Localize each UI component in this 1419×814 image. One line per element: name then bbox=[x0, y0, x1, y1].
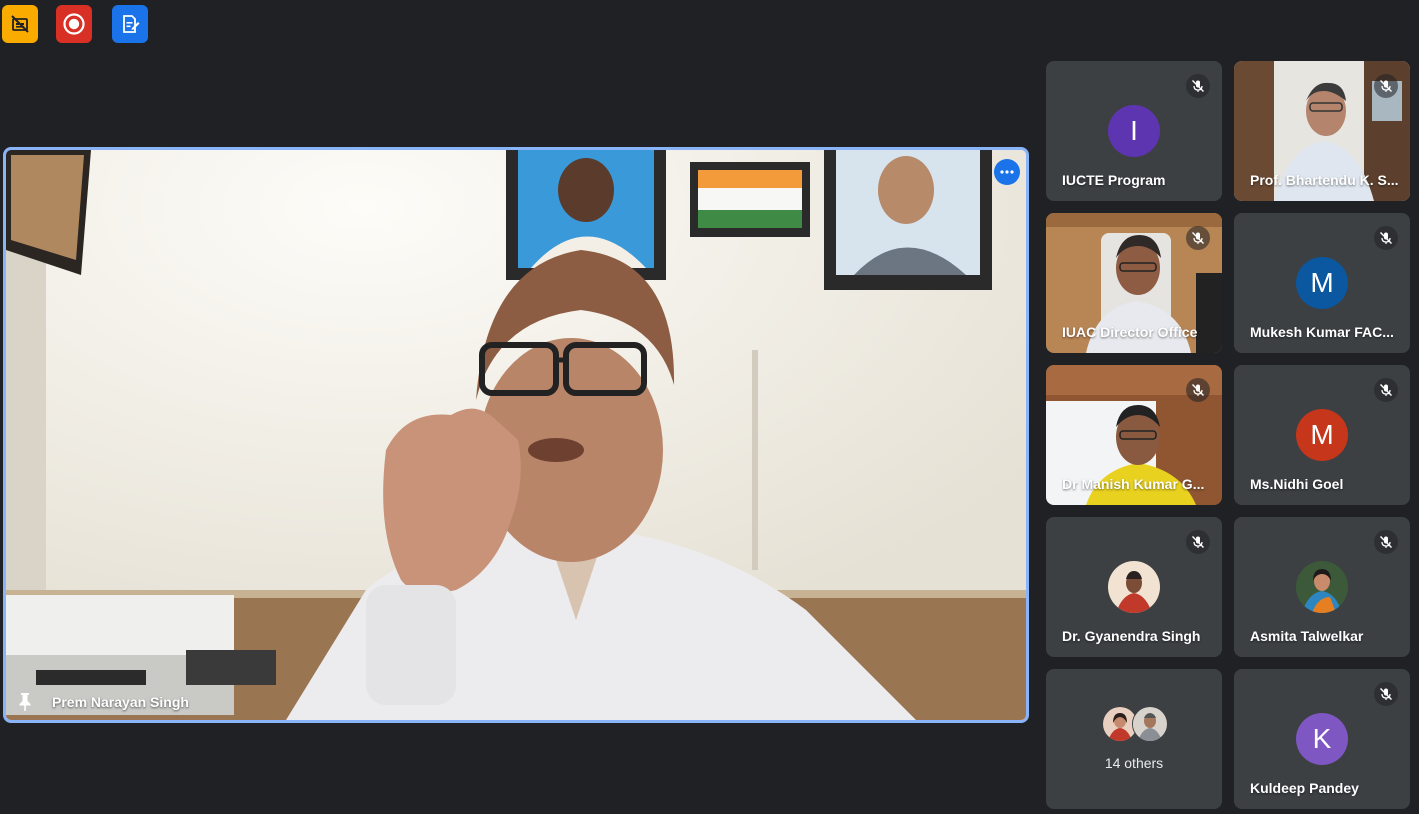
others-avatar-stack bbox=[1102, 706, 1172, 742]
mic-off-indicator bbox=[1186, 530, 1210, 554]
mic-off-indicator bbox=[1374, 530, 1398, 554]
mic-off-indicator bbox=[1186, 226, 1210, 250]
participant-name: Asmita Talwelkar bbox=[1250, 628, 1364, 644]
participant-tile[interactable]: M Ms.Nidhi Goel bbox=[1234, 365, 1410, 505]
main-speaker-tile[interactable]: Prem Narayan Singh bbox=[3, 147, 1029, 723]
participant-tile[interactable]: IUAC Director Office bbox=[1046, 213, 1222, 353]
participant-tile[interactable]: Dr Manish Kumar G... bbox=[1046, 365, 1222, 505]
mic-off-indicator bbox=[1374, 378, 1398, 402]
participant-tile[interactable]: Asmita Talwelkar bbox=[1234, 517, 1410, 657]
main-speaker-name: Prem Narayan Singh bbox=[52, 694, 189, 710]
mic-off-icon bbox=[1192, 232, 1204, 244]
participant-name: Dr. Gyanendra Singh bbox=[1062, 628, 1201, 644]
avatar bbox=[1296, 561, 1348, 613]
participant-tile[interactable]: K Kuldeep Pandey bbox=[1234, 669, 1410, 809]
mic-off-indicator bbox=[1374, 682, 1398, 706]
participant-tile[interactable]: M Mukesh Kumar FAC... bbox=[1234, 213, 1410, 353]
participant-name: Ms.Nidhi Goel bbox=[1250, 476, 1344, 492]
participant-name: IUCTE Program bbox=[1062, 172, 1166, 188]
profile-photo bbox=[1108, 561, 1160, 613]
participant-name: Kuldeep Pandey bbox=[1250, 780, 1359, 796]
mic-off-icon bbox=[1192, 536, 1204, 548]
participant-name: IUAC Director Office bbox=[1062, 324, 1198, 340]
avatar bbox=[1132, 706, 1168, 742]
mic-off-icon bbox=[1380, 232, 1392, 244]
mic-off-icon bbox=[1192, 80, 1204, 92]
others-count-label: 14 others bbox=[1104, 755, 1164, 771]
avatar: I bbox=[1108, 105, 1160, 157]
participant-tile[interactable]: Prof. Bhartendu K. S... bbox=[1234, 61, 1410, 201]
mic-off-icon bbox=[1380, 536, 1392, 548]
mic-off-indicator bbox=[1374, 226, 1398, 250]
notes-icon bbox=[123, 15, 140, 33]
participant-tile[interactable]: I IUCTE Program bbox=[1046, 61, 1222, 201]
others-tile[interactable]: 14 others bbox=[1046, 669, 1222, 809]
avatar: M bbox=[1296, 257, 1348, 309]
recording-icon bbox=[63, 13, 85, 35]
participant-name: Dr Manish Kumar G... bbox=[1062, 476, 1205, 492]
mic-off-indicator bbox=[1186, 74, 1210, 98]
mic-off-indicator bbox=[1374, 74, 1398, 98]
avatar bbox=[1108, 561, 1160, 613]
participant-name: Prof. Bhartendu K. S... bbox=[1250, 172, 1399, 188]
more-options-button[interactable] bbox=[994, 159, 1020, 185]
main-speaker-label: Prem Narayan Singh bbox=[16, 692, 189, 712]
avatar: M bbox=[1296, 409, 1348, 461]
more-options-icon bbox=[1000, 170, 1014, 174]
captions-off-icon bbox=[11, 15, 29, 33]
mic-off-icon bbox=[1380, 80, 1392, 92]
participant-tile[interactable]: Dr. Gyanendra Singh bbox=[1046, 517, 1222, 657]
speaker-video bbox=[6, 150, 1026, 720]
notes-button[interactable] bbox=[112, 5, 148, 43]
captions-button[interactable] bbox=[2, 5, 38, 43]
recording-indicator[interactable] bbox=[56, 5, 92, 43]
mic-off-icon bbox=[1380, 688, 1392, 700]
mic-off-indicator bbox=[1186, 378, 1210, 402]
mic-off-icon bbox=[1192, 384, 1204, 396]
mic-off-icon bbox=[1380, 384, 1392, 396]
avatar: K bbox=[1296, 713, 1348, 765]
pin-icon[interactable] bbox=[16, 692, 34, 712]
participant-grid: I IUCTE Program Prof. Bhartendu K. S... bbox=[1046, 61, 1410, 809]
profile-photo bbox=[1296, 561, 1348, 613]
participant-name: Mukesh Kumar FAC... bbox=[1250, 324, 1394, 340]
